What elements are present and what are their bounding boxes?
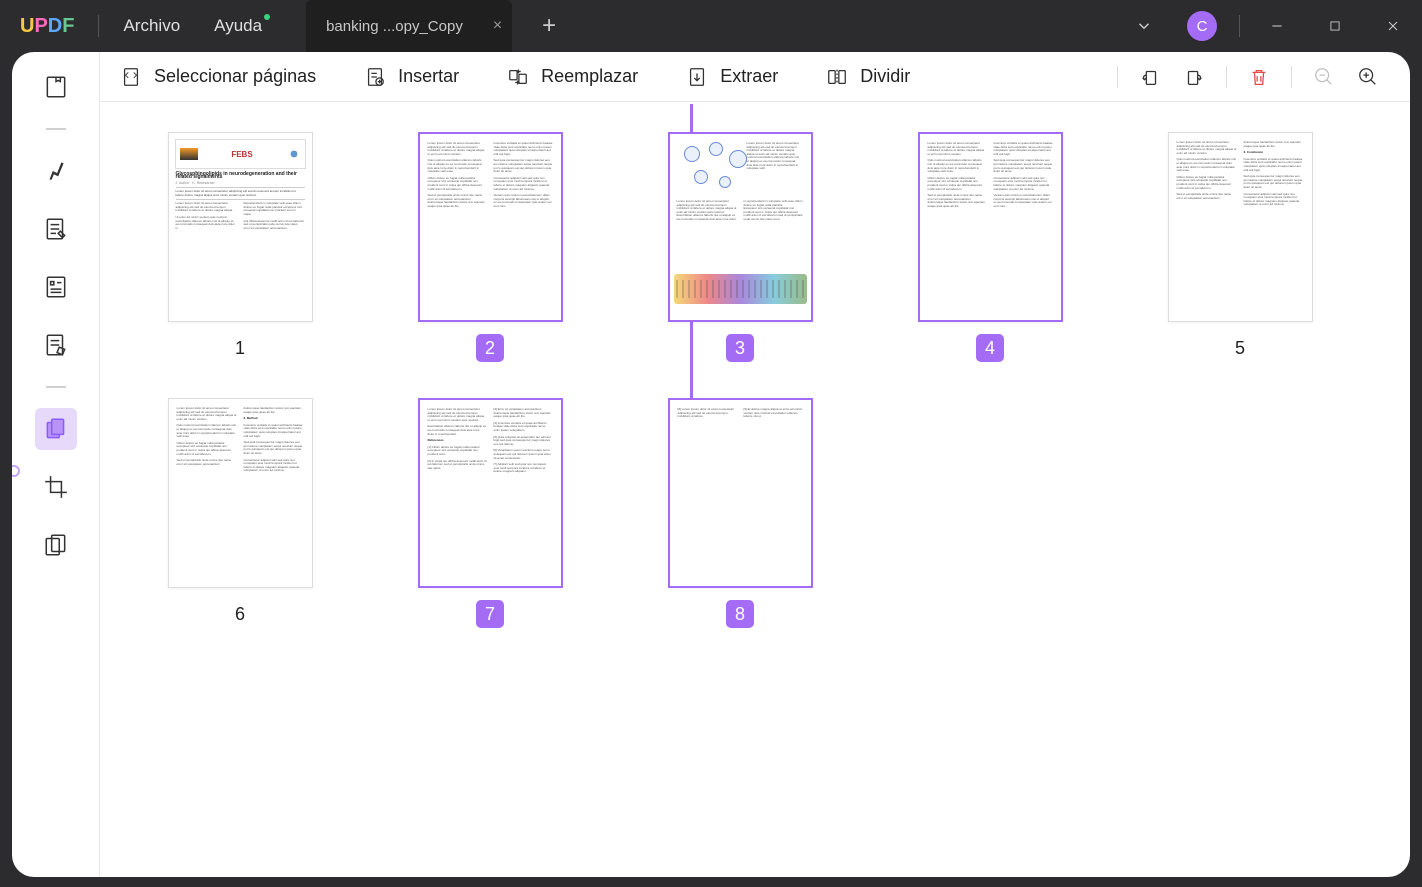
page-number-label: 7	[476, 600, 504, 628]
page-preview[interactable]: [8] Lorem ipsum dolor sit amet consectet…	[668, 398, 813, 588]
page-thumbnail-4[interactable]: Lorem ipsum dolor sit amet consectetur a…	[900, 132, 1080, 362]
sidebar-compare-icon[interactable]	[35, 524, 77, 566]
extract-button[interactable]: Extraer	[686, 66, 778, 88]
separator	[1291, 66, 1292, 88]
page-preview[interactable]: Lorem ipsum dolor sit amet consectetur a…	[1168, 132, 1313, 322]
replace-button[interactable]: Reemplazar	[507, 66, 638, 88]
close-tab-icon[interactable]: ×	[493, 17, 502, 35]
sidebar-ocr-icon[interactable]	[35, 324, 77, 366]
rotate-left-icon[interactable]	[1128, 55, 1172, 99]
sidebar-organize-pages-icon[interactable]	[35, 408, 77, 450]
sidebar-reader-icon[interactable]	[35, 66, 77, 108]
toolbar-right	[1107, 55, 1390, 99]
page-number-label: 3	[726, 334, 754, 362]
pages-area: FEBS Glycosphingolipids in neurodegenera…	[100, 102, 1410, 877]
insert-button[interactable]: Insertar	[364, 66, 459, 88]
left-sidebar	[12, 52, 100, 877]
page-number-label: 6	[226, 600, 254, 628]
maximize-button[interactable]	[1306, 0, 1364, 52]
titlebar-right: C	[1115, 0, 1422, 52]
page-preview[interactable]: FEBS Glycosphingolipids in neurodegenera…	[168, 132, 313, 322]
separator	[1117, 66, 1118, 88]
titlebar: UPDF Archivo Ayuda banking ...opy_Copy ×…	[0, 0, 1422, 52]
page-thumbnail-7[interactable]: Lorem ipsum dolor sit amet consectetur a…	[400, 398, 580, 628]
page-number-label: 1	[226, 334, 254, 362]
separator	[98, 15, 99, 37]
dropdown-icon[interactable]	[1115, 0, 1173, 52]
rotate-right-icon[interactable]	[1172, 55, 1216, 99]
tab-title: banking ...opy_Copy	[326, 18, 463, 35]
delete-icon[interactable]	[1237, 55, 1281, 99]
page-number-label: 8	[726, 600, 754, 628]
user-avatar[interactable]: C	[1173, 0, 1231, 52]
page-toolbar: Seleccionar páginas Insertar Reemplazar …	[100, 52, 1410, 102]
page-preview[interactable]: Lorem ipsum dolor sit amet consectetur a…	[168, 398, 313, 588]
page-number-label: 2	[476, 334, 504, 362]
page-preview[interactable]: Lorem ipsum dolor sit amet consectetur a…	[418, 132, 563, 322]
minimize-button[interactable]	[1248, 0, 1306, 52]
document-tab[interactable]: banking ...opy_Copy ×	[306, 0, 512, 52]
active-indicator	[12, 465, 20, 477]
page-preview[interactable]: Lorem ipsum dolor sit amet consectetur a…	[668, 132, 813, 322]
page-preview[interactable]: Lorem ipsum dolor sit amet consectetur a…	[918, 132, 1063, 322]
sidebar-crop-icon[interactable]	[35, 466, 77, 508]
sidebar-separator	[46, 128, 66, 130]
separator	[1226, 66, 1227, 88]
page-thumbnail-8[interactable]: [8] Lorem ipsum dolor sit amet consectet…	[650, 398, 830, 628]
page-number-label: 5	[1226, 334, 1254, 362]
pages-grid: FEBS Glycosphingolipids in neurodegenera…	[150, 132, 1330, 628]
select-pages-button[interactable]: Seleccionar páginas	[120, 66, 316, 88]
page-preview[interactable]: Lorem ipsum dolor sit amet consectetur a…	[418, 398, 563, 588]
app-logo: UPDF	[20, 15, 74, 38]
page-thumbnail-3[interactable]: Lorem ipsum dolor sit amet consectetur a…	[650, 132, 830, 362]
page-number-label: 4	[976, 334, 1004, 362]
separator	[1239, 15, 1240, 37]
page-thumbnail-5[interactable]: Lorem ipsum dolor sit amet consectetur a…	[1150, 132, 1330, 362]
new-tab-button[interactable]: +	[542, 12, 556, 40]
menu-ayuda[interactable]: Ayuda	[214, 16, 262, 36]
zoom-in-icon[interactable]	[1346, 55, 1390, 99]
split-button[interactable]: Dividir	[826, 66, 910, 88]
page-thumbnail-6[interactable]: Lorem ipsum dolor sit amet consectetur a…	[150, 398, 330, 628]
page-thumbnail-2[interactable]: Lorem ipsum dolor sit amet consectetur a…	[400, 132, 580, 362]
close-window-button[interactable]	[1364, 0, 1422, 52]
main-area: Seleccionar páginas Insertar Reemplazar …	[100, 52, 1410, 877]
app-body: Seleccionar páginas Insertar Reemplazar …	[12, 52, 1410, 877]
page-thumbnail-1[interactable]: FEBS Glycosphingolipids in neurodegenera…	[150, 132, 330, 362]
zoom-out-icon[interactable]	[1302, 55, 1346, 99]
notification-dot	[264, 14, 270, 20]
sidebar-edit-icon[interactable]	[35, 208, 77, 250]
sidebar-separator	[46, 386, 66, 388]
sidebar-annotate-icon[interactable]	[35, 150, 77, 192]
menu-archivo[interactable]: Archivo	[123, 16, 180, 36]
sidebar-form-icon[interactable]	[35, 266, 77, 308]
